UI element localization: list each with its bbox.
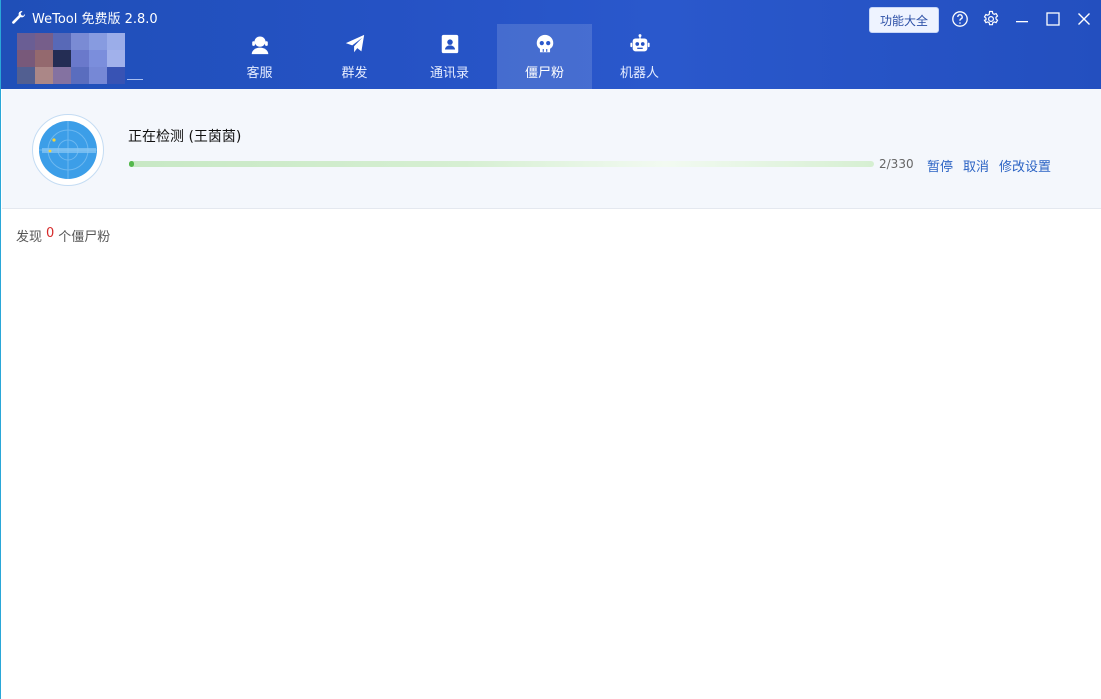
minimize-button[interactable] [1011, 8, 1033, 30]
maximize-button[interactable] [1042, 8, 1064, 30]
settings-button[interactable] [980, 8, 1002, 30]
app-window: WeTool 免费版 2.8.0 客服 群发 通讯录 僵尸粉 机器人 功能大全 … [0, 0, 1101, 699]
help-icon [952, 11, 968, 27]
progress-count: 2/330 [879, 157, 914, 171]
detection-panel: 正在检测 (王茵茵) 2/330 暂停 取消 修改设置 [2, 89, 1101, 209]
progress-fill [129, 161, 134, 167]
avatar[interactable] [17, 33, 125, 84]
paper-plane-icon [345, 34, 364, 52]
skull-icon [536, 34, 553, 52]
gear-icon [983, 10, 999, 26]
tab-label: 通讯录 [429, 65, 469, 81]
tab-customer-service[interactable]: 客服 [212, 24, 307, 89]
found-count: 0 [46, 226, 55, 241]
cancel-button[interactable]: 取消 [963, 156, 989, 175]
tab-zombie-fans[interactable]: 僵尸粉 [497, 24, 592, 89]
radar-icon [32, 114, 104, 186]
tab-label: 群发 [341, 65, 368, 81]
main-tabs: 客服 群发 通讯录 僵尸粉 机器人 [212, 24, 687, 89]
minimize-icon [1016, 21, 1028, 23]
help-button[interactable] [949, 8, 971, 30]
contact-book-icon [441, 34, 458, 53]
tab-label: 僵尸粉 [524, 65, 564, 81]
close-icon [1078, 13, 1090, 25]
found-summary: 发现 0 个僵尸粉 [16, 226, 110, 245]
tab-label: 机器人 [619, 65, 659, 81]
found-prefix: 发现 [16, 230, 43, 245]
tab-mass-send[interactable]: 群发 [307, 24, 402, 89]
features-button[interactable]: 功能大全 [869, 7, 939, 33]
avatar-underline [127, 79, 143, 80]
wrench-icon [12, 10, 26, 24]
tab-robot[interactable]: 机器人 [592, 24, 687, 89]
progress-bar [129, 161, 874, 167]
modify-settings-button[interactable]: 修改设置 [999, 156, 1051, 175]
app-title: WeTool 免费版 2.8.0 [32, 12, 158, 27]
tab-label: 客服 [246, 65, 273, 81]
robot-icon [629, 33, 650, 51]
tab-contacts[interactable]: 通讯录 [402, 24, 497, 89]
maximize-icon [1046, 12, 1060, 26]
pause-button[interactable]: 暂停 [927, 156, 953, 175]
header-bar: WeTool 免费版 2.8.0 客服 群发 通讯录 僵尸粉 机器人 功能大全 [1, 0, 1101, 89]
close-button[interactable] [1073, 8, 1095, 30]
found-suffix: 个僵尸粉 [58, 230, 111, 245]
title-area: WeTool 免费版 2.8.0 [11, 8, 158, 27]
headset-icon [251, 34, 268, 54]
detection-status: 正在检测 (王茵茵) [128, 129, 242, 145]
